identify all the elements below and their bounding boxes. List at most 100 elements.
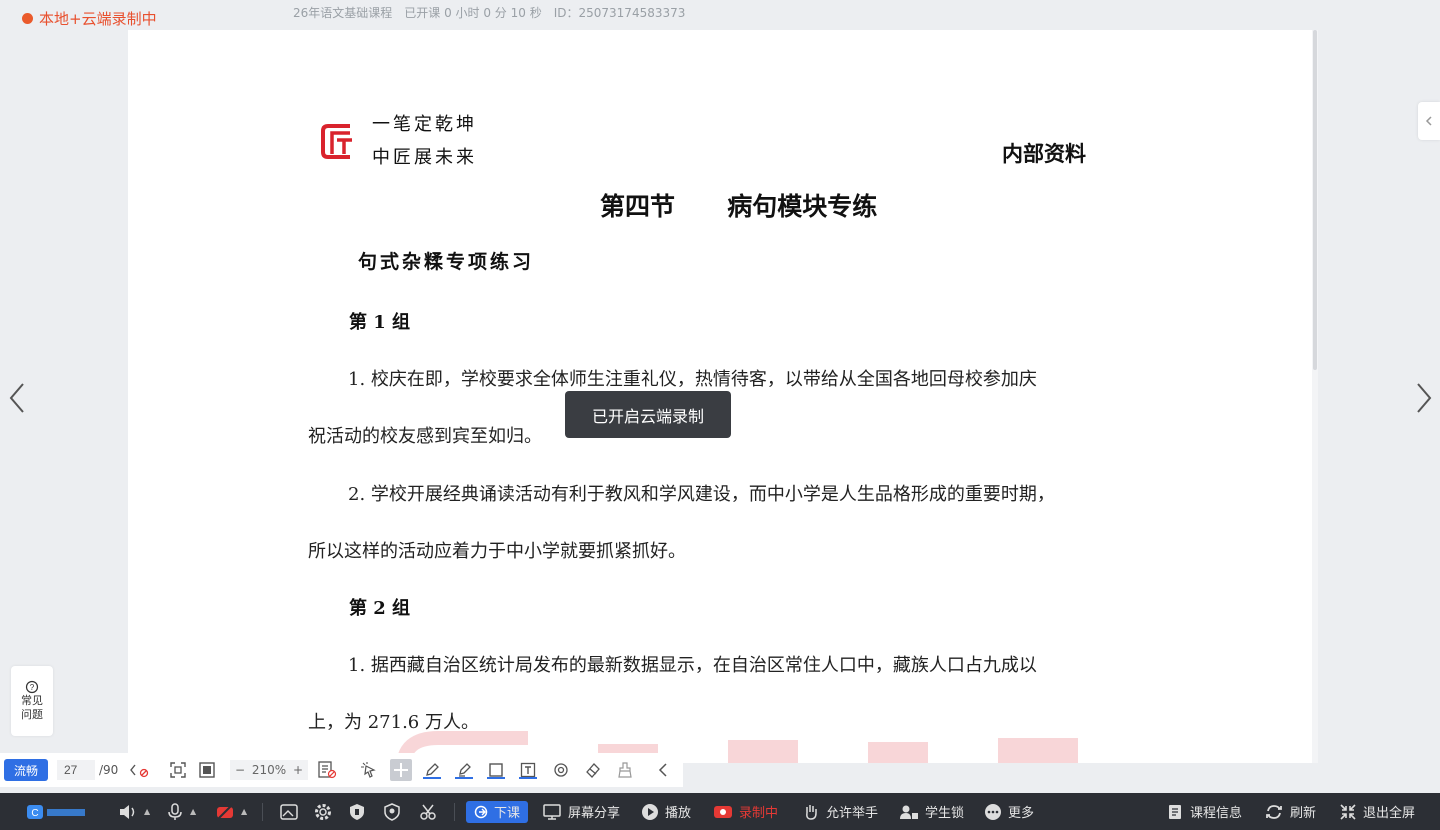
- refresh-label: 刷新: [1290, 806, 1317, 821]
- logo-slogan: 一笔定乾坤 中匠展未来: [372, 108, 477, 174]
- clear-tool[interactable]: [614, 759, 636, 781]
- exit-fullscreen-label: 退出全屏: [1363, 806, 1416, 821]
- highlighter-tool[interactable]: [453, 759, 475, 781]
- section-title: 第四节 病句模块专练: [600, 192, 878, 221]
- refresh-icon: [1266, 804, 1282, 819]
- recording-status: 本地+云端录制中: [22, 8, 157, 29]
- student-lock-label: 学生锁: [925, 806, 965, 821]
- more-dots-icon: [985, 803, 1001, 820]
- zoom-control: − 210% +: [230, 760, 308, 780]
- shield-icon: [350, 803, 364, 820]
- fit-page-button[interactable]: [167, 759, 189, 781]
- hide-pages-button[interactable]: [128, 759, 150, 781]
- spotlight-tool[interactable]: [550, 759, 572, 781]
- question-circle-icon: ?: [25, 680, 39, 694]
- fit-width-icon: [199, 762, 215, 778]
- cloud-recording-toast: 已开启云端录制: [565, 391, 731, 438]
- speaker-button[interactable]: ▲: [118, 793, 150, 830]
- text-tool[interactable]: [517, 759, 539, 781]
- page-list-button[interactable]: [316, 759, 338, 781]
- more-button[interactable]: 更多: [984, 793, 1034, 830]
- quality-button[interactable]: 流畅: [4, 759, 48, 781]
- scrollbar-thumb[interactable]: [1313, 30, 1317, 370]
- play-button[interactable]: 播放: [641, 793, 691, 830]
- status-bar: 本地+云端录制中 26年语文基础课程 已开课 0 小时 0 分 10 秒 ID：…: [0, 0, 1440, 30]
- screen-share-button[interactable]: 屏幕分享: [542, 793, 620, 830]
- eraser-icon: [586, 763, 600, 778]
- laser-pointer-tool[interactable]: [358, 759, 380, 781]
- square-icon: [489, 763, 503, 777]
- exit-arrow-icon: [474, 805, 488, 818]
- collapse-toolbar-button[interactable]: [652, 759, 674, 781]
- next-page-button[interactable]: [1409, 378, 1439, 418]
- document-toolbar: 流畅 /90 − 210% +: [0, 753, 683, 787]
- end-class-label: 下课: [494, 806, 521, 821]
- member-shield-button[interactable]: [383, 793, 403, 830]
- play-circle-icon: [642, 803, 658, 820]
- refresh-button[interactable]: 刷新: [1264, 793, 1316, 830]
- scissors-button[interactable]: [419, 793, 437, 830]
- eraser-tool[interactable]: [582, 759, 604, 781]
- monitor-icon: [543, 803, 561, 820]
- side-panel-toggle[interactable]: [1418, 102, 1440, 140]
- paragraph-line: 1. 据西藏自治区统计局发布的最新数据显示，在自治区常住人口中，藏族人口占九成以: [348, 655, 1037, 676]
- scissors-icon: [420, 804, 436, 820]
- pencil-icon: [426, 763, 439, 776]
- slogan-line-2: 中匠展未来: [372, 147, 477, 168]
- zoom-out-button[interactable]: −: [235, 763, 245, 777]
- paragraph-line: 祝活动的校友感到宾至如归。: [308, 426, 542, 447]
- fit-screen-icon: [170, 762, 186, 778]
- cloud-classroom-logo-icon: C: [27, 804, 85, 819]
- paragraph-line: 所以这样的活动应着力于中小学就要抓紧抓好。: [308, 541, 686, 562]
- end-class-button[interactable]: 下课: [466, 793, 529, 830]
- fit-width-button[interactable]: [196, 759, 218, 781]
- more-label: 更多: [1008, 806, 1035, 821]
- recording-button-label: 录制中: [739, 806, 779, 821]
- class-info-button[interactable]: 课程信息: [1166, 793, 1242, 830]
- page-number-input[interactable]: [57, 760, 95, 780]
- pen-tool[interactable]: [421, 759, 443, 781]
- faq-label-2: 问题: [21, 708, 43, 721]
- code-slash-icon: [130, 764, 149, 778]
- course-name: 26年语文基础课程: [293, 6, 393, 20]
- class-info: 26年语文基础课程 已开课 0 小时 0 分 10 秒 ID：250731745…: [293, 4, 685, 21]
- settings-button[interactable]: [314, 793, 332, 830]
- security-button[interactable]: [348, 793, 366, 830]
- previous-page-button[interactable]: [2, 378, 32, 418]
- recording-button[interactable]: 录制中: [713, 793, 778, 830]
- move-tool[interactable]: [390, 759, 412, 781]
- page-total: /90: [99, 763, 119, 777]
- elapsed-time: 已开课 0 小时 0 分 10 秒: [404, 6, 542, 20]
- chevron-left-icon: [9, 383, 24, 413]
- recording-dot-icon: [22, 13, 33, 24]
- rectangle-tool[interactable]: [485, 759, 507, 781]
- record-camera-icon: [714, 805, 732, 818]
- faq-button[interactable]: ? 常见 问题: [11, 666, 53, 736]
- exercise-subtitle: 句式杂糅专项练习: [358, 251, 535, 273]
- classroom-control-bar: C ▲ ▲ ▲ 下课 屏幕分享 播放 录制中 允许举手 学生锁 更多 课程信息 …: [0, 793, 1440, 830]
- move-cross-icon: [394, 763, 408, 777]
- camera-off-icon: [216, 802, 234, 821]
- group-1-heading: 第 1 组: [349, 312, 411, 333]
- internal-label: 内部资料: [1002, 142, 1086, 166]
- microphone-button[interactable]: ▲: [166, 793, 196, 830]
- microphone-icon: [168, 802, 182, 820]
- highlighter-icon: [459, 763, 471, 777]
- raise-hand-button[interactable]: 允许举手: [802, 793, 878, 830]
- target-icon: [554, 763, 568, 777]
- exit-fullscreen-button[interactable]: 退出全屏: [1339, 793, 1415, 830]
- hand-icon: [806, 804, 817, 820]
- brand-logo-icon: [321, 124, 352, 159]
- laser-pointer-icon: [361, 762, 376, 778]
- camera-button[interactable]: ▲: [215, 793, 247, 830]
- text-box-icon: [520, 762, 536, 778]
- whiteboard-button[interactable]: [279, 793, 299, 830]
- zoom-level: 210%: [251, 763, 287, 777]
- zoom-in-button[interactable]: +: [293, 763, 303, 777]
- image-icon: [280, 803, 298, 820]
- end-class-pill[interactable]: 下课: [466, 800, 529, 823]
- broom-icon: [618, 762, 632, 778]
- student-lock-button[interactable]: 学生锁: [899, 793, 964, 830]
- chevron-right-icon: [1417, 383, 1432, 413]
- app-logo: C: [26, 793, 88, 830]
